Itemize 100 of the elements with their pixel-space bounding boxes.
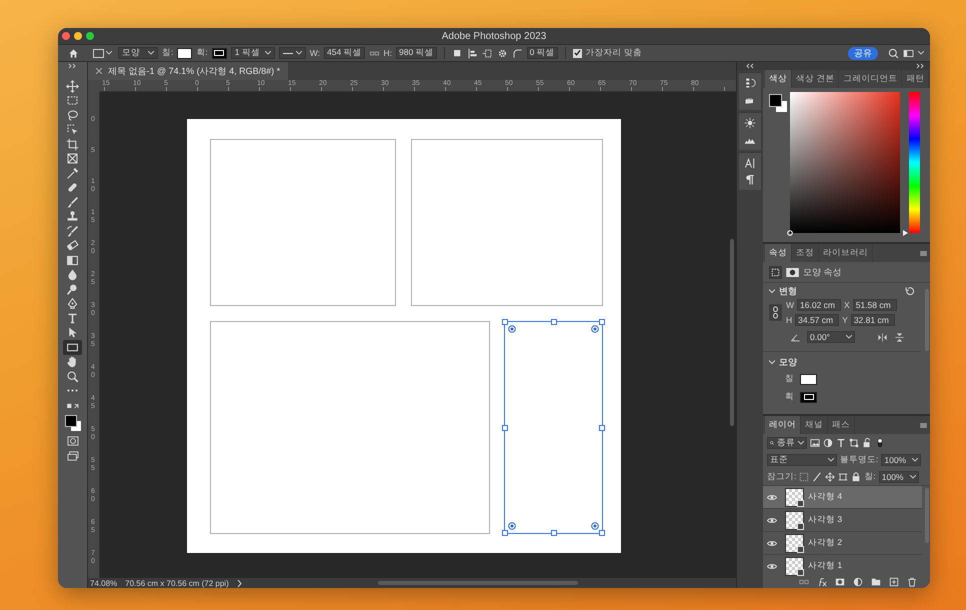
type-filter-icon[interactable] [836,438,846,448]
chevron-icon[interactable] [236,580,242,586]
close-button[interactable] [62,32,70,40]
lock-icon[interactable] [851,472,862,482]
align-icon[interactable] [466,48,478,58]
link-icon[interactable] [769,304,782,321]
move-icon[interactable] [825,472,836,482]
eye-icon[interactable] [767,516,777,524]
document-tab[interactable]: 제목 없음-1 @ 74.1% (사각형 4, RGB/8#) * [88,62,288,80]
resize-handle[interactable] [599,424,605,430]
resize-handle[interactable] [502,424,508,430]
arrange-icon[interactable] [482,48,493,58]
minimize-button[interactable] [74,32,82,40]
panel-tab[interactable]: 색상 견본 [792,70,840,88]
fill-swatch[interactable] [800,374,817,384]
panel-tab[interactable]: 조정 [792,244,819,262]
reset-icon[interactable] [904,286,915,296]
align-edges-checkbox[interactable] [572,48,582,58]
mode-dropdown[interactable]: 모양 [118,47,158,59]
fill-swatch[interactable] [177,48,192,58]
quick-mask-icon[interactable] [66,436,80,446]
panel-tab[interactable]: 그레이디언트 [839,70,902,88]
resize-handle[interactable] [599,530,605,536]
adjustment-icon[interactable] [853,577,863,587]
panel-tab[interactable]: 채널 [801,416,828,434]
scrollbar[interactable] [925,488,929,543]
screen-mode-icon[interactable] [66,451,80,461]
layer-row[interactable]: 사각형 3 [763,509,922,532]
caret-icon[interactable] [918,51,924,55]
sun-icon[interactable] [744,117,756,129]
scrollbar[interactable] [378,581,578,585]
panel-tab[interactable]: 라이브러리 [819,244,873,262]
resize-handle[interactable] [502,319,508,325]
zoom-button[interactable] [86,32,94,40]
y-field[interactable]: 32.81 cm [850,314,895,326]
scrollbar[interactable] [925,289,929,351]
corner-radius-handle[interactable] [508,325,516,333]
panel-tab[interactable]: 레이어 [765,416,801,434]
layer-row[interactable]: 사각형 4 [763,486,922,509]
lock-pixels-icon[interactable] [799,472,810,482]
eye-icon[interactable] [767,540,777,546]
angle-field[interactable]: 0.00° [807,331,855,343]
shape-filter-icon[interactable] [849,438,859,448]
color-swatches-icon[interactable] [64,415,80,431]
blend-mode-dropdown[interactable]: 표준 [767,454,837,466]
corner-radius-handle[interactable] [591,325,599,333]
eye-icon[interactable] [767,562,777,570]
expand-icon[interactable] [68,63,78,69]
panel-tab[interactable]: 색상 [765,70,792,88]
smart-object-filter-icon[interactable] [862,438,872,448]
x-field[interactable]: 51.58 cm [852,299,897,311]
paragraph-icon[interactable] [744,174,756,186]
stroke-swatch[interactable] [800,392,817,402]
corner-radius-field[interactable]: 0 픽셀 [526,47,558,59]
character-icon[interactable] [744,157,756,169]
adjustment-filter-icon[interactable] [823,438,833,448]
path-operations-icon[interactable] [452,48,463,58]
collapse-icon[interactable] [745,63,755,69]
settings-icon[interactable] [496,48,508,58]
height-field[interactable]: 34.57 cm [795,314,840,326]
panel-tab[interactable]: 속성 [765,244,792,262]
artboard-icon[interactable] [838,472,848,482]
tool-preset-button[interactable] [91,48,114,58]
workspace-icon[interactable] [903,48,914,58]
stroke-swatch[interactable] [212,48,227,58]
height-field[interactable]: 980 픽셀 [396,47,437,59]
image-filter-icon[interactable] [810,438,820,448]
menu-icon[interactable] [920,250,927,256]
effects-icon[interactable] [817,577,827,587]
scrollbar[interactable] [730,239,734,426]
home-icon[interactable] [68,48,79,58]
history-icon[interactable] [744,77,756,89]
resize-handle[interactable] [550,530,556,536]
rectangle-icon[interactable] [63,340,82,354]
color-swatches-icon[interactable] [769,94,787,112]
resize-handle[interactable] [502,530,508,536]
trash-icon[interactable] [907,577,917,587]
panel-tab[interactable]: 패턴 [902,70,930,88]
resize-handle[interactable] [599,319,605,325]
stroke-style-dropdown[interactable] [278,47,306,59]
chevron-icon[interactable] [769,359,775,365]
panel-tab[interactable]: 패스 [828,416,855,434]
flip-vertical-icon[interactable] [894,332,905,342]
menu-icon[interactable] [920,422,927,428]
search-icon[interactable] [888,48,899,58]
collapse-icon[interactable] [915,63,925,69]
flip-horizontal-icon[interactable] [877,332,888,342]
corner-radius-handle[interactable] [591,522,599,530]
stroke-width-dropdown[interactable]: 1 픽셀 [230,47,275,59]
new-layer-icon[interactable] [889,577,899,587]
layer-row[interactable]: 사각형 2 [763,532,922,555]
mask-icon[interactable] [835,577,845,587]
slider-thumb[interactable] [903,230,908,236]
close-icon[interactable] [96,68,102,74]
mask-icon[interactable] [786,268,799,276]
folder-icon[interactable] [871,577,881,587]
fill-field[interactable]: 100% [878,470,918,482]
bounding-box-icon[interactable] [769,266,782,278]
opacity-field[interactable]: 100% [881,454,922,466]
corner-radius-handle[interactable] [508,522,516,530]
